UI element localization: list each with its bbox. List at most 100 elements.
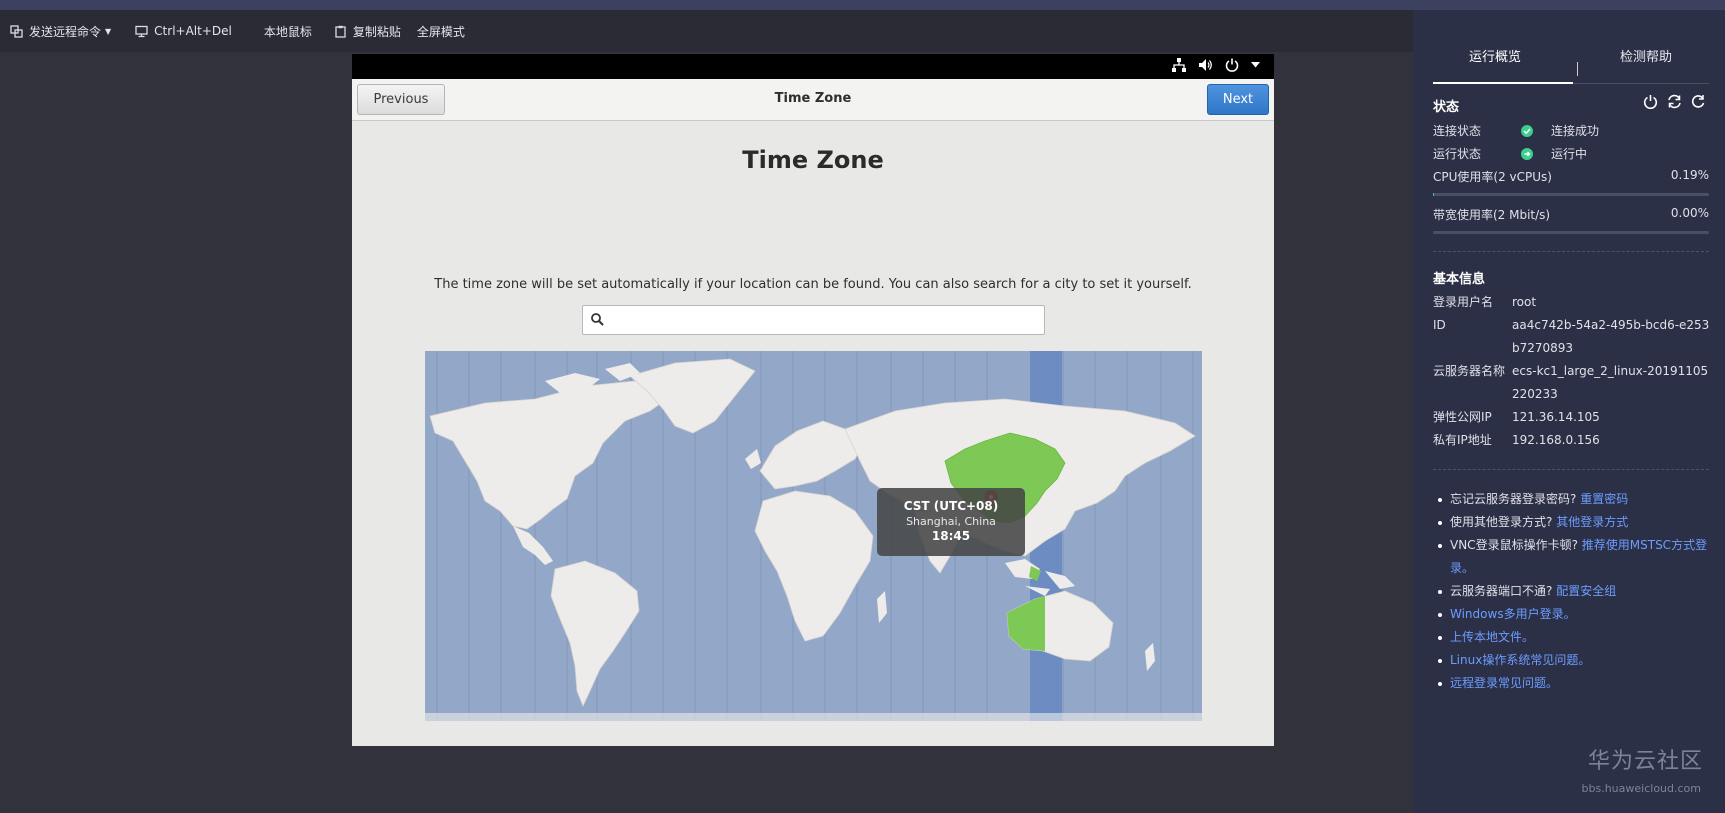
help-links-list: 忘记云服务器登录密码? 重置密码 使用其他登录方式? 其他登录方式 VNC登录鼠… <box>1433 488 1709 695</box>
info-value: 192.168.0.156 <box>1512 433 1600 447</box>
status-actions <box>1643 94 1705 109</box>
chevron-down-icon: ▼ <box>105 26 112 36</box>
cpu-usage-fill <box>1433 193 1434 196</box>
list-item: 使用其他登录方式? 其他登录方式 <box>1433 511 1709 534</box>
list-item: 远程登录常见问题。 <box>1433 672 1709 695</box>
tooltip-zone: CST (UTC+08) <box>903 499 999 513</box>
vnc-toolbar: 发送远程命令 ▼ Ctrl+Alt+Del 本地鼠标 复制粘贴 全屏模式 <box>0 10 1413 52</box>
bandwidth-usage-row: 带宽使用率(2 Mbit/s) 0.00% <box>1433 206 1709 226</box>
divider <box>1433 251 1709 252</box>
cpu-usage-label: CPU使用率(2 vCPUs) <box>1433 170 1552 184</box>
tab-diagnostics-help[interactable]: 检测帮助 <box>1620 46 1672 65</box>
vm-top-bar <box>352 54 1274 79</box>
info-value: aa4c742b-54a2-495b-bcd6-e253b7270893 <box>1512 318 1710 355</box>
bandwidth-usage-bar <box>1433 231 1709 234</box>
divider <box>1433 469 1709 470</box>
list-item: 上传本地文件。 <box>1433 626 1709 649</box>
connection-status-row: 连接状态 连接成功 <box>1433 122 1709 142</box>
status-section-title: 状态 <box>1433 100 1460 115</box>
info-key: 登录用户名 <box>1433 295 1494 309</box>
fullscreen-label: 全屏模式 <box>416 24 465 39</box>
refresh-icon[interactable] <box>1691 94 1705 109</box>
info-key: 私有IP地址 <box>1433 433 1492 447</box>
list-item: 忘记云服务器登录密码? 重置密码 <box>1433 488 1709 511</box>
ctrl-alt-del-label: Ctrl+Alt+Del <box>154 24 232 38</box>
help-text: 忘记云服务器登录密码? <box>1450 492 1577 506</box>
info-value: 121.36.14.105 <box>1512 410 1600 424</box>
run-status-row: 运行状态 运行中 <box>1433 145 1709 165</box>
monitor-icon <box>135 25 148 37</box>
check-icon <box>1521 125 1533 137</box>
page-title: Time Zone <box>742 146 884 174</box>
connection-status-value: 连接成功 <box>1551 124 1600 138</box>
local-mouse-button[interactable]: 本地鼠标 <box>254 10 322 52</box>
power-icon <box>1225 58 1239 72</box>
timezone-tooltip: CST (UTC+08) Shanghai, China 18:45 <box>877 488 1025 556</box>
fullscreen-button[interactable]: 全屏模式 <box>407 10 475 52</box>
active-tab-indicator <box>1433 82 1573 84</box>
timezone-description: The time zone will be set automatically … <box>434 277 1192 292</box>
connection-status-label: 连接状态 <box>1433 124 1482 138</box>
run-status-value: 运行中 <box>1551 147 1588 161</box>
help-text: VNC登录鼠标操作卡顿? <box>1450 538 1578 552</box>
list-item: VNC登录鼠标操作卡顿? 推荐使用MSTSC方式登录。 <box>1433 534 1709 580</box>
local-mouse-label: 本地鼠标 <box>263 24 312 39</box>
clipboard-icon <box>335 25 346 38</box>
other-login-methods-link[interactable]: 其他登录方式 <box>1556 515 1628 529</box>
search-icon <box>591 313 604 326</box>
vm-status-area[interactable] <box>1172 58 1260 72</box>
tab-separator <box>1577 62 1578 76</box>
timezone-map[interactable]: CST (UTC+08) Shanghai, China 18:45 <box>425 351 1202 721</box>
installer-window: Previous Time Zone Next Time Zone The ti… <box>352 79 1274 746</box>
help-text: 使用其他登录方式? <box>1450 515 1553 529</box>
vnc-viewport[interactable]: Previous Time Zone Next Time Zone The ti… <box>0 52 1413 813</box>
installer-header: Previous Time Zone Next <box>352 79 1274 121</box>
list-item: Linux操作系统常见问题。 <box>1433 649 1709 672</box>
header-title: Time Zone <box>774 91 852 106</box>
copy-paste-button[interactable]: 复制粘贴 <box>324 10 411 52</box>
info-value: root <box>1512 295 1537 309</box>
run-status-label: 运行状态 <box>1433 147 1482 161</box>
tab-overview[interactable]: 运行概览 <box>1469 46 1521 65</box>
remote-login-faq-link[interactable]: 远程登录常见问题。 <box>1450 676 1558 690</box>
basic-info-title: 基本信息 <box>1433 272 1486 287</box>
security-group-link[interactable]: 配置安全组 <box>1556 584 1616 598</box>
info-key: ID <box>1433 318 1446 332</box>
next-button[interactable]: Next <box>1207 84 1269 115</box>
tooltip-city: Shanghai, China <box>906 515 996 528</box>
info-key: 云服务器名称 <box>1433 364 1506 378</box>
ctrl-alt-del-button[interactable]: Ctrl+Alt+Del <box>125 10 242 52</box>
volume-icon <box>1199 59 1212 71</box>
play-icon <box>1521 148 1533 160</box>
cpu-usage-bar <box>1433 193 1709 196</box>
cpu-usage-value: 0.19% <box>1670 168 1709 182</box>
cpu-usage-row: CPU使用率(2 vCPUs) 0.19% <box>1433 168 1709 188</box>
windows-multiuser-link[interactable]: Windows多用户登录。 <box>1450 607 1576 621</box>
city-search-box[interactable] <box>582 305 1045 335</box>
power-icon[interactable] <box>1643 94 1658 109</box>
help-text: 云服务器端口不通? <box>1450 584 1553 598</box>
bandwidth-usage-value: 0.00% <box>1670 206 1709 220</box>
linux-faq-link[interactable]: Linux操作系统常见问题。 <box>1450 653 1590 667</box>
chevron-down-icon <box>1251 62 1260 68</box>
tooltip-time: 18:45 <box>931 529 971 543</box>
info-key: 弹性公网IP <box>1433 410 1492 424</box>
command-icon <box>10 24 23 38</box>
upload-file-link[interactable]: 上传本地文件。 <box>1450 630 1534 644</box>
info-panel: 运行概览 检测帮助 状态 连接状态 连接成功 运行状态 运行中 CPU使用率(2… <box>1413 10 1725 813</box>
network-icon <box>1172 58 1186 72</box>
remote-screen[interactable]: Previous Time Zone Next Time Zone The ti… <box>352 54 1274 746</box>
list-item: Windows多用户登录。 <box>1433 603 1709 626</box>
info-value: ecs-kc1_large_2_linux-20191105220233 <box>1512 364 1709 401</box>
top-strip <box>0 0 1725 10</box>
send-remote-command-label: 发送远程命令 <box>29 24 102 39</box>
watermark-logo-text: 华为云社区 <box>1587 749 1703 774</box>
world-map-drawing <box>425 351 1202 721</box>
copy-paste-label: 复制粘贴 <box>352 24 401 39</box>
reset-password-link[interactable]: 重置密码 <box>1580 492 1628 506</box>
list-item: 云服务器端口不通? 配置安全组 <box>1433 580 1709 603</box>
bandwidth-usage-label: 带宽使用率(2 Mbit/s) <box>1433 208 1551 222</box>
restart-icon[interactable] <box>1667 94 1682 109</box>
city-search-input[interactable] <box>611 308 1039 332</box>
send-remote-command-menu[interactable]: 发送远程命令 ▼ <box>0 10 121 52</box>
